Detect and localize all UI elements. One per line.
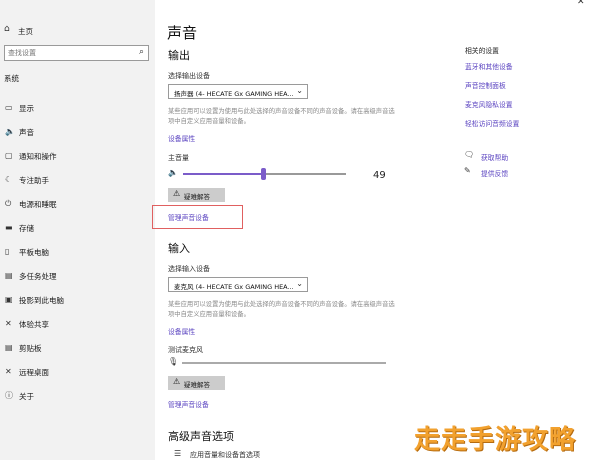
output-note: 某些应用可以设置为使用与此处选择的声音设备不同的声音设备。请在高级声音选项中自定… (168, 108, 395, 125)
tablet-icon: ▯ (5, 247, 10, 256)
search-input[interactable] (8, 47, 126, 59)
sidebar-item-focus-assist[interactable]: ☾ 专注助手 (0, 171, 155, 191)
speaker-icon[interactable]: 🔈 (168, 168, 178, 177)
chevron-down-icon: ⌄ (296, 86, 303, 95)
sidebar-item-storage[interactable]: ▬ 存储 (0, 219, 155, 239)
input-select-label: 选择输入设备 (168, 265, 210, 273)
warning-icon: ⚠ (173, 377, 181, 386)
sidebar-item-power[interactable]: ⏻ 电源和睡眠 (0, 195, 155, 215)
multitask-icon: ▤ (5, 271, 13, 280)
sidebar-section-title: 系统 (4, 74, 19, 83)
sidebar-item-label: 专注助手 (19, 176, 49, 185)
sidebar-item-label: 电源和睡眠 (19, 200, 57, 209)
master-volume-label: 主音量 (168, 154, 189, 162)
input-troubleshoot-button[interactable]: ⚠ 疑难解答 (168, 376, 225, 390)
speaker-icon: 🔈 (5, 127, 15, 136)
sidebar-item-label: 多任务处理 (19, 272, 57, 281)
sliders-icon: ☰ (174, 449, 182, 458)
page-title: 声音 (167, 24, 198, 42)
sidebar-item-home[interactable]: 主页 (18, 26, 33, 37)
volume-value: 49 (373, 170, 386, 181)
info-icon: ⓘ (5, 391, 13, 400)
sidebar-item-notifications[interactable]: ▢ 通知和操作 (0, 147, 155, 167)
test-microphone-label: 测试麦克风 (168, 346, 203, 354)
related-link-microphone-privacy[interactable]: 麦克风隐私设置 (465, 99, 513, 109)
sidebar-item-label: 剪贴板 (19, 344, 42, 353)
sidebar-item-label: 声音 (19, 128, 34, 137)
sidebar: ⌂ 主页 ⌕ 系统 ▭ 显示 🔈 声音 ▢ 通知和操作 ☾ 专注助手 ⏻ 电源和… (0, 0, 155, 460)
monitor-icon: ▭ (5, 103, 13, 112)
sidebar-item-sound[interactable]: 🔈 声音 (0, 123, 155, 143)
microphone-level-meter (182, 362, 386, 364)
output-troubleshoot-button[interactable]: ⚠ 疑难解答 (168, 188, 225, 202)
sidebar-item-projecting[interactable]: ▣ 投影到此电脑 (0, 291, 155, 311)
get-help-link[interactable]: 获取帮助 (481, 152, 508, 162)
output-device-properties-link[interactable]: 设备属性 (168, 133, 195, 143)
advanced-heading: 高级声音选项 (168, 430, 234, 443)
input-device-select[interactable]: 麦克风 (4- HECATE Gx GAMING HEA... ⌄ (168, 277, 308, 292)
volume-slider-thumb[interactable] (261, 168, 266, 180)
sidebar-item-label: 远程桌面 (19, 368, 49, 377)
volume-slider-fill (183, 173, 263, 175)
watermark: 走走手游攻略 (414, 425, 577, 455)
sidebar-item-label: 关于 (19, 392, 34, 401)
microphone-icon: 🎙 (168, 357, 179, 366)
sidebar-item-shared-experiences[interactable]: ✕ 体验共享 (0, 315, 155, 335)
sidebar-item-about[interactable]: ⓘ 关于 (0, 387, 155, 407)
sidebar-item-label: 通知和操作 (19, 152, 57, 161)
input-note: 某些应用可以设置为使用与此处选择的声音设备不同的声音设备。请在高级声音选项中自定… (168, 301, 395, 318)
input-troubleshoot-label: 疑难解答 (184, 381, 210, 389)
feedback-icon: ✎ (464, 166, 471, 175)
warning-icon: ⚠ (173, 189, 181, 198)
related-link-ease-of-access-audio[interactable]: 轻松访问音频设置 (465, 118, 519, 128)
sidebar-item-tablet[interactable]: ▯ 平板电脑 (0, 243, 155, 263)
project-icon: ▣ (5, 295, 13, 304)
output-heading: 输出 (168, 49, 190, 62)
output-troubleshoot-label: 疑难解答 (184, 193, 210, 201)
input-heading: 输入 (168, 242, 190, 255)
sidebar-item-label: 存储 (19, 224, 34, 233)
related-settings-title: 相关的设置 (465, 47, 499, 55)
sidebar-item-label: 显示 (19, 104, 34, 113)
input-device-properties-link[interactable]: 设备属性 (168, 326, 195, 336)
help-icon: 🗨 (464, 150, 475, 159)
storage-icon: ▬ (5, 223, 13, 232)
give-feedback-link[interactable]: 提供反馈 (481, 168, 508, 178)
sidebar-item-label: 投影到此电脑 (19, 296, 64, 305)
sidebar-item-display[interactable]: ▭ 显示 (0, 99, 155, 119)
remote-desktop-icon: ✕ (5, 367, 12, 376)
sidebar-item-remote-desktop[interactable]: ✕ 远程桌面 (0, 363, 155, 383)
share-icon: ✕ (5, 319, 12, 328)
sidebar-item-clipboard[interactable]: ▤ 剪贴板 (0, 339, 155, 359)
home-icon[interactable]: ⌂ (4, 24, 10, 34)
clipboard-icon: ▤ (5, 343, 13, 352)
close-icon[interactable]: ✕ (577, 0, 585, 7)
output-manage-devices-link[interactable]: 管理声音设备 (168, 212, 209, 222)
power-icon: ⏻ (5, 199, 12, 208)
moon-icon: ☾ (5, 175, 13, 184)
app-volume-preferences-link[interactable]: 应用音量和设备首选项 (190, 450, 260, 460)
sidebar-item-multitasking[interactable]: ▤ 多任务处理 (0, 267, 155, 287)
input-device-value: 麦克风 (4- HECATE Gx GAMING HEA... (174, 283, 294, 291)
output-select-label: 选择输出设备 (168, 72, 210, 80)
notification-icon: ▢ (5, 151, 13, 160)
search-box[interactable]: ⌕ (4, 45, 149, 61)
sidebar-item-label: 平板电脑 (19, 248, 49, 257)
chevron-down-icon: ⌄ (296, 279, 303, 288)
search-icon[interactable]: ⌕ (139, 47, 144, 57)
output-device-select[interactable]: 扬声器 (4- HECATE Gx GAMING HEA... ⌄ (168, 84, 308, 99)
input-manage-devices-link[interactable]: 管理声音设备 (168, 399, 209, 409)
related-link-bluetooth[interactable]: 蓝牙和其他设备 (465, 61, 513, 71)
sidebar-item-label: 体验共享 (19, 320, 49, 329)
output-device-value: 扬声器 (4- HECATE Gx GAMING HEA... (174, 90, 294, 98)
related-link-sound-control-panel[interactable]: 声音控制面板 (465, 80, 506, 90)
